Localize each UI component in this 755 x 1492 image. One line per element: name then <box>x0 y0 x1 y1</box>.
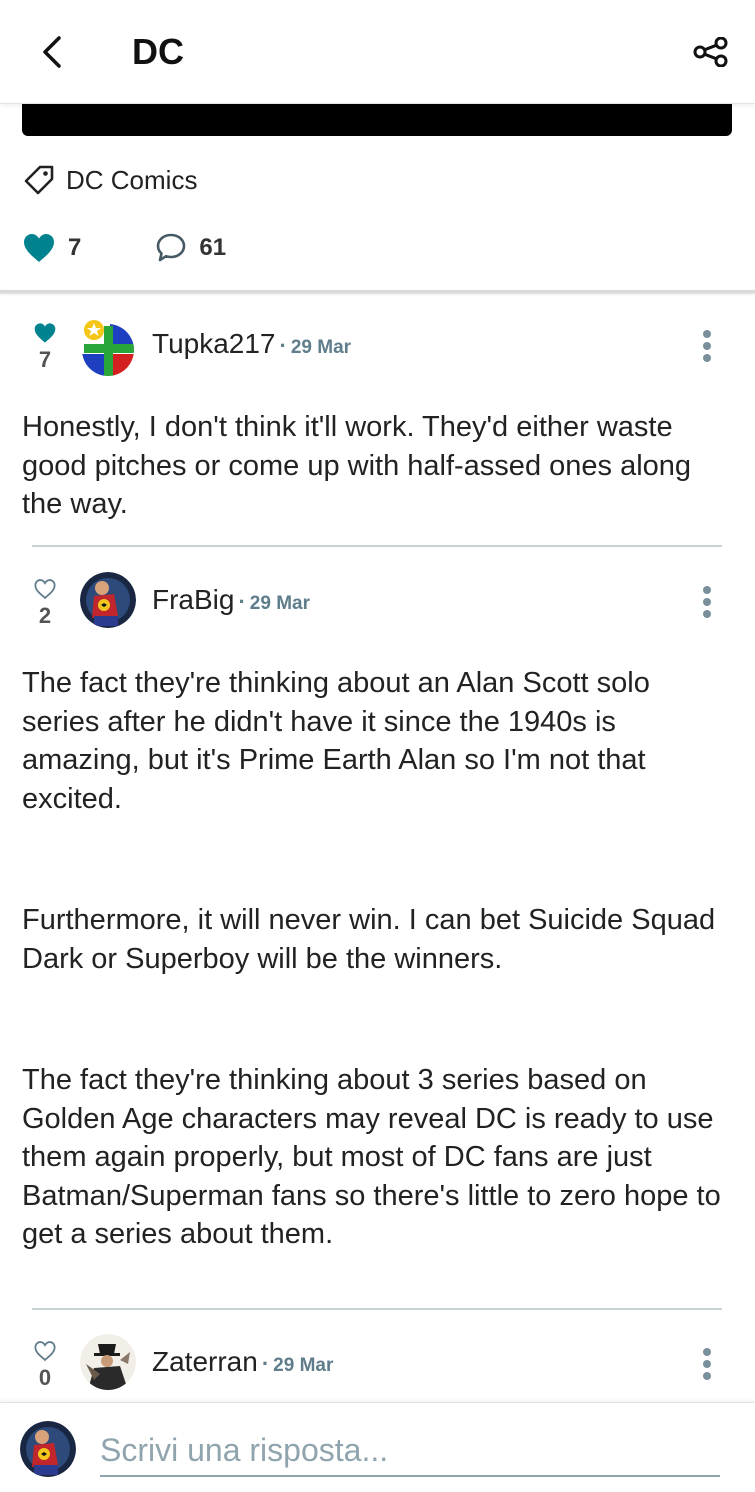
comment-more-button[interactable] <box>695 582 719 622</box>
heart-filled-icon <box>34 323 56 343</box>
post-like-button[interactable]: 7 <box>22 232 81 264</box>
post-image-bottom[interactable] <box>22 104 732 136</box>
heart-outline-icon <box>34 579 56 600</box>
comment-meta: Tupka217 · 29 Mar <box>152 328 351 360</box>
comment-date: 29 Mar <box>249 593 310 614</box>
comment-date: 29 Mar <box>290 337 352 358</box>
more-vertical-icon <box>703 1348 711 1380</box>
post-like-count: 7 <box>68 234 82 261</box>
comment-paragraph: The fact they're thinking about 3 series… <box>22 1064 721 1250</box>
comment-body: The fact they're thinking about an Alan … <box>0 664 755 1254</box>
avatar[interactable] <box>80 1334 136 1390</box>
more-vertical-icon <box>703 586 711 618</box>
comment-item: 2 FraBig · 29 Mar The fact they're think… <box>0 572 755 1254</box>
comment-body: Honestly, I don't think it'll work. They… <box>0 408 755 524</box>
meta-separator: · <box>238 589 246 614</box>
current-user-avatar[interactable] <box>20 1421 76 1477</box>
comment-meta: FraBig · 29 Mar <box>152 584 310 616</box>
magician-avatar-icon <box>80 1334 136 1390</box>
comment-username[interactable]: FraBig <box>152 584 234 616</box>
post-tag[interactable]: DC Comics <box>22 160 197 200</box>
chevron-left-icon <box>43 36 61 68</box>
comment-paragraph: Furthermore, it will never win. I can be… <box>22 904 716 975</box>
comment-divider <box>32 1308 722 1310</box>
avatar[interactable] <box>80 572 136 628</box>
comment-like-button[interactable]: 7 <box>30 322 60 373</box>
post-comments-button[interactable]: 61 <box>155 232 226 264</box>
share-icon <box>693 37 728 67</box>
section-divider <box>0 290 755 293</box>
tag-label: DC Comics <box>66 164 198 195</box>
comment-bubble-icon <box>157 233 186 262</box>
comment-more-button[interactable] <box>695 1344 719 1384</box>
meta-separator: · <box>261 1351 270 1376</box>
comment-like-button[interactable]: 2 <box>30 578 60 629</box>
comment-more-button[interactable] <box>695 326 719 366</box>
comment-username[interactable]: Zaterran <box>152 1346 258 1378</box>
comment-like-count: 7 <box>38 347 52 372</box>
back-button[interactable] <box>30 30 74 74</box>
meta-separator: · <box>279 333 287 358</box>
comment-username[interactable]: Tupka217 <box>152 328 276 360</box>
heart-filled-icon <box>24 234 54 262</box>
share-button[interactable] <box>689 30 733 74</box>
post-detail-screen: DC DC Comics 7 61 7 Tupka217 · 29 Mar Ho… <box>0 0 755 1492</box>
top-app-bar: DC <box>0 0 755 104</box>
post-stats: 7 61 <box>22 226 226 270</box>
comment-item: 7 Tupka217 · 29 Mar Honestly, I don't th… <box>0 316 755 524</box>
flag-avatar-icon <box>82 320 134 376</box>
superhero-avatar-icon <box>80 572 136 628</box>
comment-like-button[interactable]: 0 <box>30 1340 60 1391</box>
comment-like-count: 2 <box>38 603 52 628</box>
reply-input[interactable] <box>100 1425 720 1477</box>
page-title: DC <box>132 31 184 72</box>
comment-item: 0 Zaterran · 29 Mar <box>0 1334 755 1404</box>
post-comment-count: 61 <box>199 234 227 261</box>
comment-like-count: 0 <box>38 1365 52 1390</box>
comment-date: 29 Mar <box>273 1355 334 1376</box>
reply-bar <box>0 1402 755 1492</box>
comment-paragraph: The fact they're thinking about an Alan … <box>22 667 650 815</box>
more-vertical-icon <box>703 330 711 362</box>
heart-outline-icon <box>34 1341 56 1362</box>
tag-icon <box>24 165 54 195</box>
avatar[interactable] <box>80 316 136 376</box>
comment-paragraph: Honestly, I don't think it'll work. They… <box>22 411 692 520</box>
comment-meta: Zaterran · 29 Mar <box>152 1346 333 1378</box>
superhero-avatar-icon <box>20 1421 76 1477</box>
comment-divider <box>32 545 722 547</box>
